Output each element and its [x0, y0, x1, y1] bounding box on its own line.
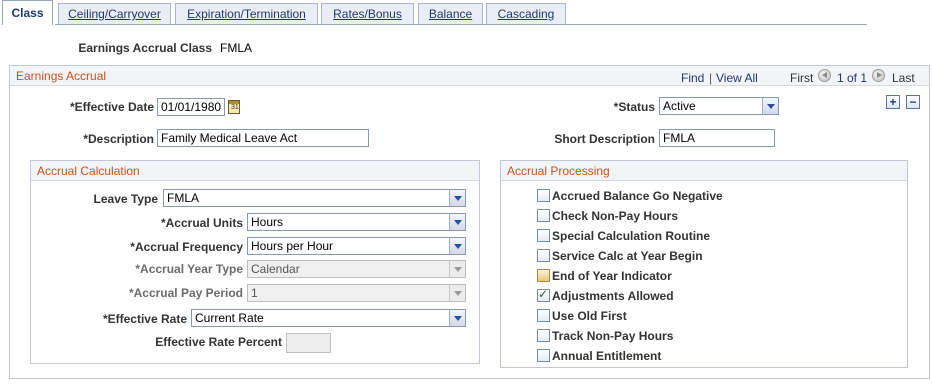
effective-date-input[interactable]: 01/01/1980 — [157, 98, 225, 116]
accrual-units-label: *Accrual Units — [160, 216, 243, 230]
accrual-processing-title: Accrual Processing — [507, 164, 610, 178]
earnings-accrual-title: Earnings Accrual — [16, 69, 107, 83]
effective-date-label: *Effective Date — [69, 100, 154, 114]
short-description-label: Short Description — [554, 132, 655, 146]
checkbox-label: Special Calculation Routine — [552, 229, 711, 243]
tab-cascading[interactable]: Cascading — [486, 3, 566, 25]
accrual-units-select[interactable]: Hours — [247, 213, 466, 231]
accrual-year-type-select: Calendar — [247, 260, 466, 278]
accrual-frequency-select[interactable]: Hours per Hour — [247, 237, 466, 255]
checkbox-label: Use Old First — [552, 309, 627, 323]
checkbox-label: Track Non-Pay Hours — [552, 329, 674, 343]
chevron-down-icon[interactable] — [449, 190, 465, 206]
accrued-balance-go-negative-checkbox[interactable] — [537, 189, 550, 202]
effective-rate-select[interactable]: Current Rate — [191, 309, 466, 327]
last-label: Last — [892, 71, 915, 85]
find-link[interactable]: Find — [681, 71, 704, 85]
leave-type-label: Leave Type — [93, 192, 158, 206]
previous-row-icon[interactable] — [818, 69, 831, 82]
effective-rate-label: *Effective Rate — [102, 312, 187, 326]
checkbox-label: Check Non-Pay Hours — [552, 209, 679, 223]
status-label: *Status — [613, 100, 655, 114]
accrual-frequency-value: Hours per Hour — [251, 239, 334, 253]
accrual-year-type-label: *Accrual Year Type — [135, 262, 243, 276]
end-of-year-indicator-checkbox[interactable] — [537, 269, 550, 282]
check-non-pay-hours-checkbox[interactable] — [537, 209, 550, 222]
annual-entitlement-checkbox[interactable] — [537, 349, 550, 362]
effective-rate-percent-label: Effective Rate Percent — [155, 335, 282, 349]
accrual-processing-header: Accrual Processing — [501, 161, 907, 181]
leave-type-select[interactable]: FMLA — [163, 189, 466, 207]
short-description-input[interactable]: FMLA — [659, 129, 775, 147]
tab-ceiling-carryover[interactable]: Ceiling/Carryover — [58, 3, 171, 25]
accrual-pay-period-value: 1 — [251, 286, 258, 300]
chevron-down-icon — [449, 261, 465, 277]
description-input[interactable]: Family Medical Leave Act — [157, 129, 369, 147]
view-all-link[interactable]: View All — [716, 71, 758, 85]
accrual-calculation-header: Accrual Calculation — [31, 161, 479, 181]
tab-rates-bonus[interactable]: Rates/Bonus — [321, 3, 414, 25]
effective-rate-percent-input — [286, 333, 331, 353]
tab-balance[interactable]: Balance — [418, 3, 483, 25]
status-select-value: Active — [663, 99, 696, 113]
earnings-accrual-class-value: FMLA — [220, 41, 253, 55]
checkmark-icon: ✓ — [538, 287, 549, 301]
earnings-accrual-class-label: Earnings Accrual Class — [78, 41, 212, 55]
checkbox-label: Adjustments Allowed — [552, 289, 674, 303]
find-separator: | — [709, 71, 713, 85]
tab-expiration-termination[interactable]: Expiration/Termination — [175, 3, 318, 25]
chevron-down-icon — [449, 285, 465, 301]
accrual-frequency-label: *Accrual Frequency — [130, 240, 243, 254]
chevron-down-icon[interactable] — [449, 214, 465, 230]
calendar-icon[interactable]: 31 — [228, 100, 240, 114]
effective-rate-value: Current Rate — [195, 311, 264, 325]
delete-row-button[interactable]: − — [906, 95, 920, 109]
accrual-pay-period-label: *Accrual Pay Period — [128, 286, 243, 300]
tab-class[interactable]: Class — [2, 0, 53, 25]
next-row-icon[interactable] — [872, 69, 885, 82]
chevron-down-icon[interactable] — [449, 238, 465, 254]
checkbox-label: Annual Entitlement — [552, 349, 662, 363]
checkbox-label: Service Calc at Year Begin — [552, 249, 703, 263]
checkbox-label: End of Year Indicator — [552, 269, 672, 283]
first-label: First — [790, 71, 814, 85]
adjustments-allowed-checkbox[interactable]: ✓ — [537, 287, 550, 302]
page-status: 1 of 1 — [837, 71, 868, 85]
use-old-first-checkbox[interactable] — [537, 309, 550, 322]
service-calc-at-year-begin-checkbox[interactable] — [537, 249, 550, 262]
checkbox-label: Accrued Balance Go Negative — [552, 189, 723, 203]
tab-bar: Class Ceiling/Carryover Expiration/Termi… — [0, 0, 932, 26]
accrual-units-value: Hours — [251, 215, 284, 229]
track-non-pay-hours-checkbox[interactable] — [537, 329, 550, 342]
tab-divider — [55, 24, 867, 25]
chevron-down-icon[interactable] — [449, 310, 465, 326]
status-select[interactable]: Active — [659, 97, 779, 115]
add-row-button[interactable]: + — [886, 95, 900, 109]
accrual-pay-period-select: 1 — [247, 284, 466, 302]
accrual-calculation-title: Accrual Calculation — [37, 164, 140, 178]
leave-type-value: FMLA — [167, 191, 200, 205]
description-label: *Description — [83, 132, 154, 146]
accrual-year-type-value: Calendar — [251, 262, 300, 276]
chevron-down-icon[interactable] — [762, 98, 778, 114]
special-calculation-routine-checkbox[interactable] — [537, 229, 550, 242]
